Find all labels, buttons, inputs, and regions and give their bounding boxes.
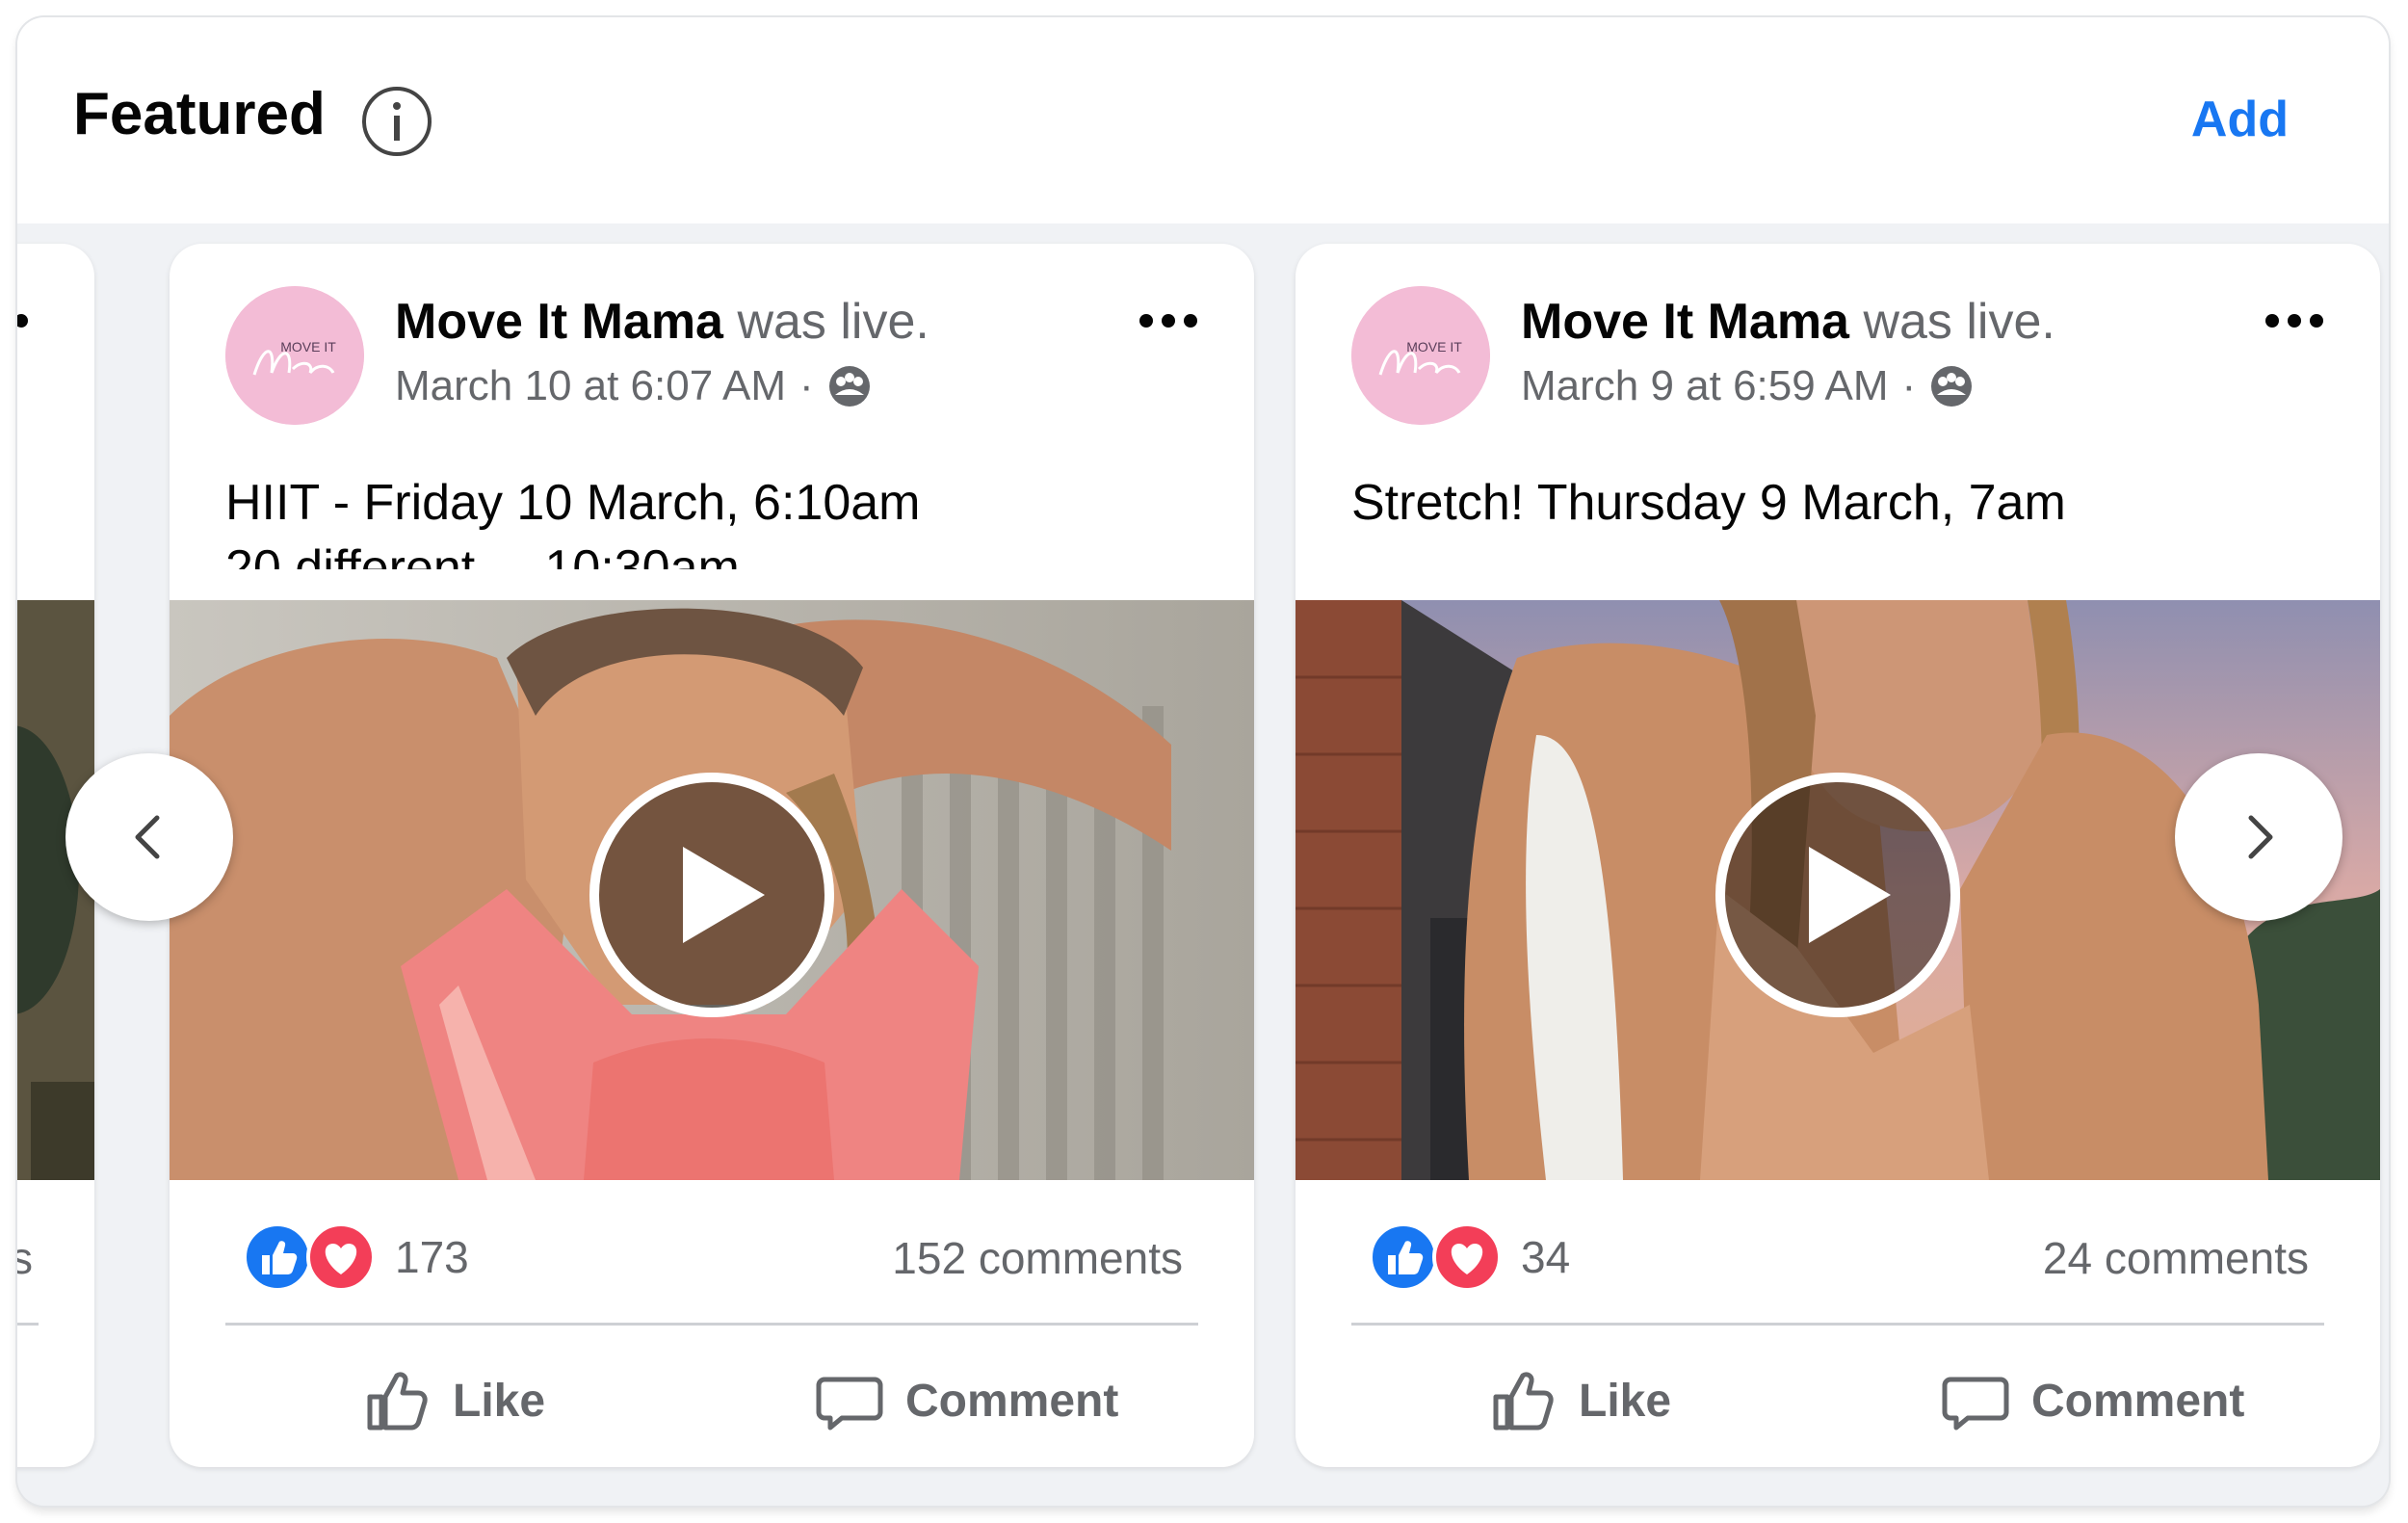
- svg-text:MOVE IT: MOVE IT: [1406, 339, 1462, 354]
- author-line: Move It Mama was live.: [1521, 292, 2055, 352]
- divider: [1351, 1323, 2324, 1326]
- panel-header: Featured Add: [17, 17, 2389, 223]
- author-action: was live.: [737, 294, 929, 350]
- post-timestamp[interactable]: March 9 at 6:59 AM: [1521, 361, 1889, 412]
- reaction-count: 34: [1521, 1232, 1571, 1282]
- comment-icon: [816, 1377, 883, 1431]
- comment-icon: [1942, 1377, 2009, 1431]
- info-icon[interactable]: [360, 85, 433, 158]
- divider: [17, 1323, 39, 1326]
- featured-panel: Featured Add ts: [17, 17, 2389, 1506]
- play-icon[interactable]: [587, 770, 837, 1020]
- video-thumbnail[interactable]: [17, 600, 94, 1180]
- audience-icon: [828, 366, 870, 407]
- post-text: Stretch! Thursday 9 March, 7am: [1351, 475, 2066, 531]
- separator: ·: [1901, 362, 1917, 409]
- post-text-overflow: 20 different ... 10:30am: [225, 540, 740, 569]
- reaction-count: 173: [395, 1232, 469, 1282]
- reaction-summary[interactable]: 173: [243, 1222, 469, 1292]
- add-button[interactable]: Add: [2191, 94, 2289, 144]
- panel-title: Featured: [73, 81, 326, 147]
- play-icon[interactable]: [1713, 770, 1963, 1020]
- post-timestamp[interactable]: March 10 at 6:07 AM: [395, 361, 786, 412]
- carousel-next-button[interactable]: [2175, 753, 2343, 921]
- more-icon[interactable]: [2261, 302, 2328, 340]
- love-reaction-icon: [1432, 1222, 1502, 1292]
- reaction-summary[interactable]: 34: [1369, 1222, 1570, 1292]
- featured-post-card[interactable]: MOVE IT Move It Mama was live. March 10 …: [170, 244, 1254, 1467]
- avatar[interactable]: MOVE IT: [1351, 286, 1490, 425]
- video-thumbnail[interactable]: [170, 600, 1254, 1180]
- like-label: Like: [453, 1375, 546, 1427]
- more-icon[interactable]: [1135, 302, 1202, 340]
- comment-button[interactable]: Comment: [815, 1357, 1118, 1444]
- audience-icon: [1931, 366, 1973, 407]
- svg-text:MOVE IT: MOVE IT: [280, 339, 336, 354]
- carousel-prev-button[interactable]: [65, 753, 233, 921]
- like-button[interactable]: Like: [362, 1357, 545, 1444]
- comment-button[interactable]: Comment: [1941, 1357, 2244, 1444]
- comment-label: Comment: [2031, 1375, 2245, 1427]
- comments-count[interactable]: 152 comments: [892, 1232, 1183, 1284]
- author-action: was live.: [1863, 294, 2055, 350]
- featured-carousel: ts MOVE IT Move It Mama was live. March …: [17, 223, 2389, 1501]
- like-reaction-icon: [1369, 1222, 1438, 1292]
- love-reaction-icon: [306, 1222, 376, 1292]
- chevron-left-icon: [135, 815, 160, 859]
- thumbs-up-icon: [1493, 1372, 1554, 1431]
- post-meta: March 9 at 6:59 AM ·: [1521, 361, 1974, 412]
- thumbs-up-icon: [367, 1372, 428, 1431]
- comment-label: Comment: [905, 1375, 1119, 1427]
- author-line: Move It Mama was live.: [395, 292, 929, 352]
- post-text: HIIT - Friday 10 March, 6:10am: [225, 475, 921, 531]
- divider: [225, 1323, 1198, 1326]
- like-button[interactable]: Like: [1488, 1357, 1671, 1444]
- like-reaction-icon: [243, 1222, 312, 1292]
- author-name[interactable]: Move It Mama: [1521, 294, 1849, 350]
- author-name[interactable]: Move It Mama: [395, 294, 723, 350]
- comments-count[interactable]: ts: [17, 1232, 33, 1284]
- like-label: Like: [1579, 1375, 1672, 1427]
- more-icon[interactable]: [17, 302, 33, 340]
- separator: ·: [799, 362, 814, 409]
- chevron-right-icon: [2248, 815, 2273, 859]
- comments-count[interactable]: 24 comments: [2043, 1232, 2309, 1284]
- post-meta: March 10 at 6:07 AM ·: [395, 361, 872, 412]
- avatar[interactable]: MOVE IT: [225, 286, 364, 425]
